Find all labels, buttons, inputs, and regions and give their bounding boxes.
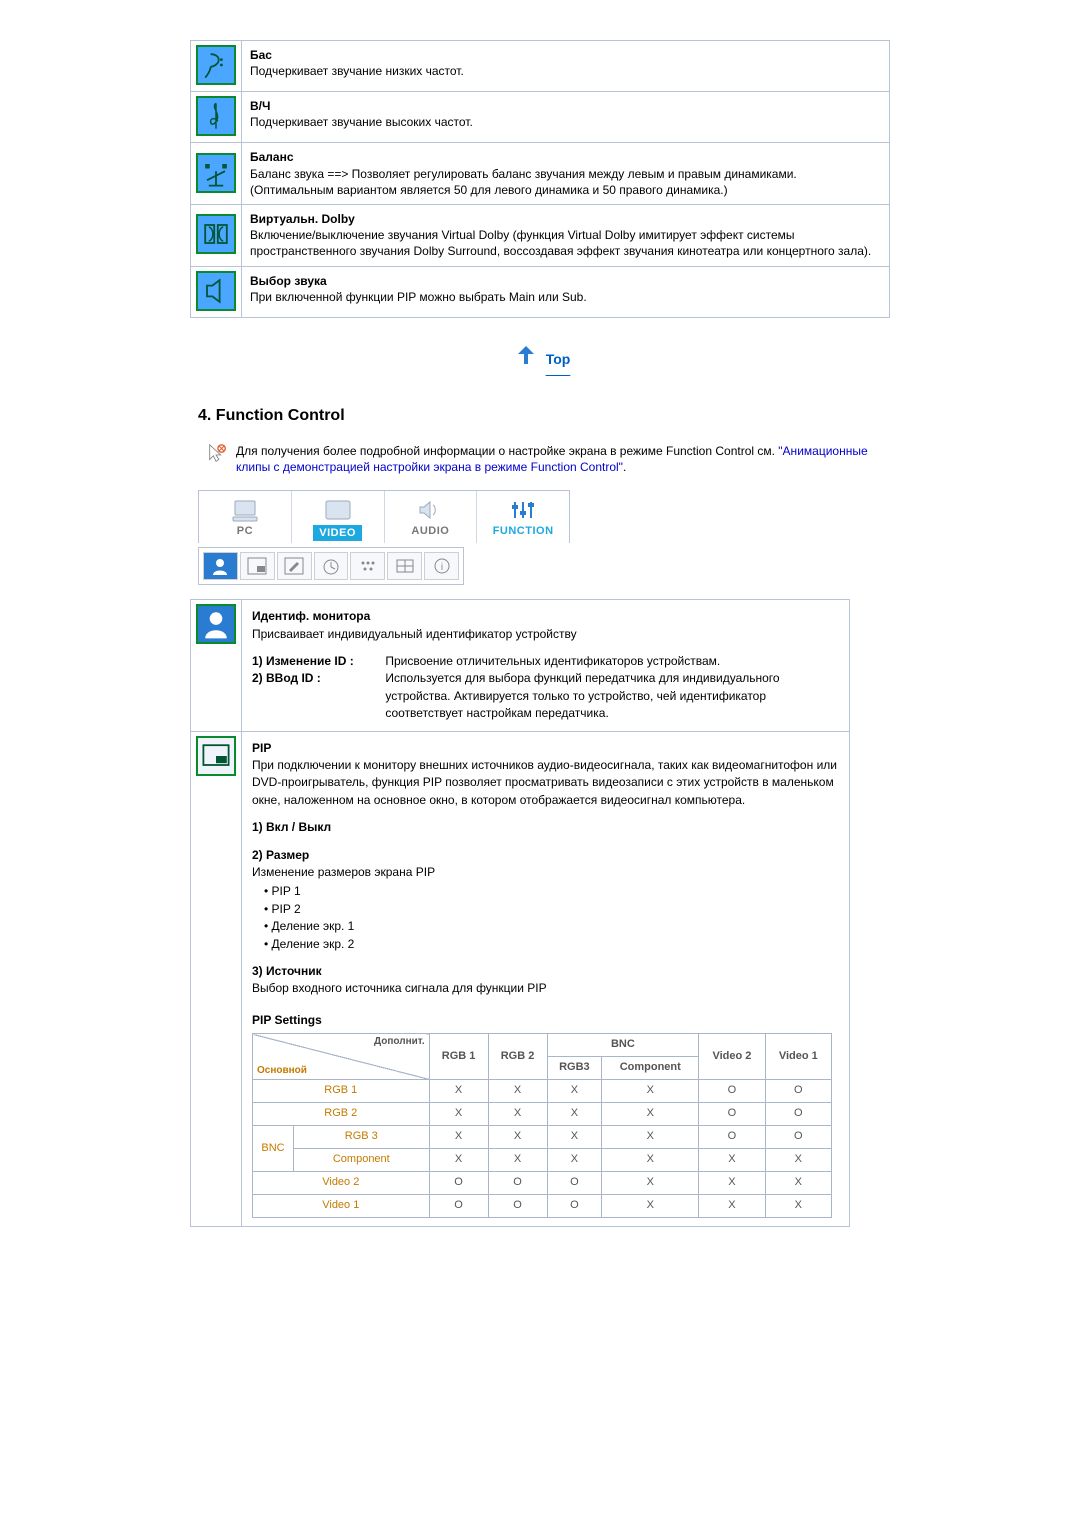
table-row: RGB 2	[253, 1103, 430, 1126]
info-icon: i	[432, 557, 452, 575]
tv-icon	[322, 497, 354, 523]
pip-desc: При подключении к монитору внешних источ…	[252, 758, 837, 807]
table-row: BNC	[253, 1126, 294, 1172]
monitor-id-row1-label: 1) Изменение ID :	[252, 653, 382, 670]
bass-icon	[196, 45, 236, 85]
pip-small-icon	[247, 557, 267, 575]
table-row: RGB 1	[253, 1080, 430, 1103]
soundselect-desc: При включенной функции PIP можно выбрать…	[250, 290, 587, 304]
function-settings-table: Идентиф. монитора Присваивает индивидуал…	[190, 599, 850, 1227]
table-row: Component	[294, 1149, 430, 1172]
pip-cell: PIP При подключении к монитору внешних и…	[242, 731, 850, 1226]
balance-title: Баланс	[250, 150, 294, 164]
subicon-user[interactable]	[203, 552, 238, 580]
treble-icon	[196, 96, 236, 136]
up-arrow-icon	[510, 340, 546, 374]
monitor-id-row2-desc: Используется для выбора функций передатч…	[385, 670, 815, 722]
soundselect-title: Выбор звука	[250, 274, 327, 288]
pip-icon	[196, 736, 236, 776]
pip-settings-heading: PIP Settings	[252, 1012, 839, 1029]
treble-title: В/Ч	[250, 99, 270, 113]
pip-size-bullets: PIP 1 PIP 2 Деление экр. 1 Деление экр. …	[264, 883, 839, 953]
bass-title: Бас	[250, 48, 272, 62]
user-icon	[210, 556, 230, 576]
function-subicon-bar: i	[198, 547, 464, 585]
subicon-timer[interactable]	[314, 552, 349, 580]
dolby-title: Виртуальн. Dolby	[250, 212, 355, 226]
sliders-icon	[507, 497, 539, 523]
tab-audio[interactable]: AUDIO	[385, 491, 478, 543]
speaker-icon	[414, 497, 446, 523]
table-row: Video 2	[253, 1172, 430, 1195]
soundselect-icon	[196, 271, 236, 311]
monitor-id-title: Идентиф. монитора	[252, 609, 370, 623]
monitor-id-icon	[196, 604, 236, 644]
back-to-top-link[interactable]: Top	[510, 340, 571, 377]
monitor-id-row2-label: 2) ВВод ID :	[252, 670, 382, 687]
subicon-edit[interactable]	[277, 552, 312, 580]
dolby-icon	[196, 214, 236, 254]
pc-icon	[229, 497, 261, 523]
clock-icon	[321, 557, 341, 575]
pip-item3: 3) Источник	[252, 964, 322, 978]
subicon-info[interactable]: i	[424, 552, 459, 580]
info-tip-row: Для получения более подробной информации…	[206, 443, 890, 477]
monitor-id-desc: Присваивает индивидуальный идентификатор…	[252, 627, 577, 641]
table-row: Video 1	[253, 1195, 430, 1218]
bass-desc: Подчеркивает звучание низких частот.	[250, 64, 464, 78]
info-tip-text: Для получения более подробной информации…	[236, 443, 890, 477]
treble-desc: Подчеркивает звучание высоких частот.	[250, 115, 473, 129]
tab-function[interactable]: FUNCTION	[477, 491, 569, 543]
soundselect-cell: Выбор звука При включенной функции PIP м…	[242, 266, 890, 317]
pip-settings-matrix: Дополнит. Основной RGB 1 RGB 2 BNC Video…	[252, 1033, 832, 1218]
pip-item1: 1) Вкл / Выкл	[252, 820, 331, 834]
tab-video[interactable]: VIDEO	[292, 491, 385, 543]
monitor-id-cell: Идентиф. монитора Присваивает индивидуал…	[242, 600, 850, 731]
dolby-desc: Включение/выключение звучания Virtual Do…	[250, 228, 871, 258]
cursor-tip-icon	[206, 443, 228, 465]
grid-icon	[395, 557, 415, 575]
pip-item2-desc: Изменение размеров экрана PIP	[252, 865, 435, 879]
section-4-heading: 4. Function Control	[198, 407, 890, 425]
pip-item3-desc: Выбор входного источника сигнала для фун…	[252, 981, 547, 995]
subicon-misc[interactable]	[350, 552, 385, 580]
bass-cell: Бас Подчеркивает звучание низких частот.	[242, 41, 890, 92]
dots-icon	[358, 557, 378, 575]
svg-text:i: i	[440, 562, 442, 573]
pencil-icon	[284, 557, 304, 575]
settings-tab-bar: PC VIDEO AUDIO FUNCTION	[198, 490, 570, 543]
monitor-id-row1-desc: Присвоение отличительных идентификаторов…	[385, 653, 815, 670]
pip-item2: 2) Размер	[252, 848, 309, 862]
treble-cell: В/Ч Подчеркивает звучание высоких частот…	[242, 92, 890, 143]
balance-desc: Баланс звука ==> Позволяет регулировать …	[250, 167, 797, 197]
subicon-pip-small[interactable]	[240, 552, 275, 580]
sound-settings-table: Бас Подчеркивает звучание низких частот.…	[190, 40, 890, 318]
balance-cell: Баланс Баланс звука ==> Позволяет регули…	[242, 143, 890, 205]
matrix-corner: Дополнит. Основной	[253, 1034, 430, 1080]
tab-pc[interactable]: PC	[199, 491, 292, 543]
dolby-cell: Виртуальн. Dolby Включение/выключение зв…	[242, 204, 890, 266]
pip-title: PIP	[252, 741, 271, 755]
subicon-wall[interactable]	[387, 552, 422, 580]
balance-icon	[196, 153, 236, 193]
